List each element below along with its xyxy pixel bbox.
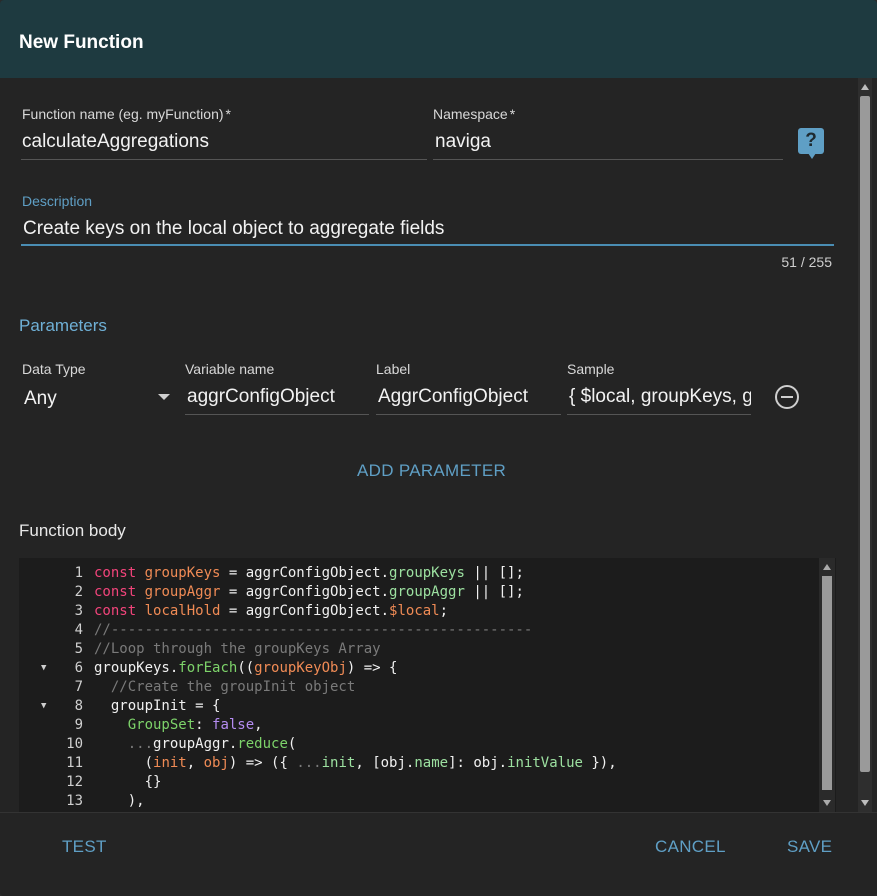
function-body-title: Function body xyxy=(19,521,126,540)
dialog-title: New Function xyxy=(19,32,144,53)
code-text: //Create the groupInit object xyxy=(110,679,356,695)
variable-name-header: Variable name xyxy=(185,361,275,377)
code-text: GroupSet: false, xyxy=(127,717,263,733)
code-line[interactable]: 4 //-------------------------------------… xyxy=(19,621,819,640)
line-number: 3 xyxy=(74,603,83,619)
code-line[interactable]: 2 const groupAggr = aggrConfigObject.grou… xyxy=(19,583,819,602)
scroll-up-icon[interactable] xyxy=(861,84,869,90)
variable-name-underline xyxy=(185,414,369,415)
line-number: 6 xyxy=(74,660,83,676)
namespace-underline xyxy=(433,159,783,160)
scroll-down-icon[interactable] xyxy=(823,800,831,806)
code-text: ), xyxy=(94,793,145,809)
line-number: 1 xyxy=(74,565,83,581)
code-line[interactable]: 1 const groupKeys = aggrConfigObject.grou… xyxy=(19,564,819,583)
required-mark: * xyxy=(509,106,516,122)
code-line[interactable]: 6 ▼ groupKeys.forEach((groupKeyObj) => { xyxy=(19,659,819,678)
sample-header: Sample xyxy=(567,361,615,377)
sample-underline xyxy=(567,414,751,415)
editor-scrollbar[interactable] xyxy=(819,558,835,812)
data-type-select[interactable]: Any xyxy=(24,388,144,410)
code-text: (init, obj) => ({ ...init, [obj.name]: o… xyxy=(94,755,617,771)
save-button[interactable]: SAVE xyxy=(787,837,832,857)
line-number: 11 xyxy=(66,755,83,771)
code-text: groupKeys.forEach((groupKeyObj) => { xyxy=(94,660,398,676)
test-button[interactable]: TEST xyxy=(62,837,107,857)
code-line[interactable]: 5 //Loop through the groupKeys Array xyxy=(19,640,819,659)
editor-scroll-thumb[interactable] xyxy=(822,576,832,790)
code-line[interactable]: 7 //Create the groupInit object xyxy=(19,678,819,697)
code-text: ...groupAggr.reduce( xyxy=(127,736,297,752)
dialog-scrollbar[interactable] xyxy=(858,78,872,812)
line-number: 10 xyxy=(66,736,83,752)
code-line[interactable]: 3 const localHold = aggrConfigObject.$loc… xyxy=(19,602,819,621)
code-line[interactable]: 12 {} xyxy=(19,773,819,792)
line-number: 7 xyxy=(74,679,83,695)
description-char-counter: 51 / 255 xyxy=(781,254,832,270)
code-line[interactable]: 11 (init, obj) => ({ ...init, [obj.name]… xyxy=(19,754,819,773)
code-text: groupInit = { xyxy=(94,698,221,714)
code-editor[interactable]: 1 const groupKeys = aggrConfigObject.grou… xyxy=(19,558,836,812)
line-number: 2 xyxy=(74,584,83,600)
function-name-label: Function name (eg. myFunction) * xyxy=(22,106,231,122)
line-number: 9 xyxy=(74,717,83,733)
function-name-input[interactable]: calculateAggregations xyxy=(22,131,422,153)
line-number: 13 xyxy=(66,793,83,809)
code-line[interactable]: 9 GroupSet: false, xyxy=(19,716,819,735)
fold-arrow-icon[interactable]: ▼ xyxy=(41,659,46,678)
label-header: Label xyxy=(376,361,411,377)
namespace-label: Namespace * xyxy=(433,106,515,122)
sample-input[interactable]: { $local, groupKeys, groupAggr } xyxy=(569,386,751,408)
namespace-input[interactable]: naviga xyxy=(435,131,775,153)
code-text: //--------------------------------------… xyxy=(94,622,533,638)
line-number: 12 xyxy=(66,774,83,790)
question-icon[interactable]: ? xyxy=(798,128,824,159)
code-text: const localHold = aggrConfigObject.$loca… xyxy=(94,603,449,619)
data-type-header: Data Type xyxy=(22,361,86,377)
scroll-up-icon[interactable] xyxy=(823,564,831,570)
namespace-label-text: Namespace xyxy=(433,106,508,122)
new-function-dialog: New Function Function name (eg. myFuncti… xyxy=(0,0,877,896)
function-name-label-text: Function name (eg. myFunction) xyxy=(22,106,224,122)
chevron-down-icon[interactable] xyxy=(158,394,170,400)
code-line[interactable]: 8 ▼ groupInit = { xyxy=(19,697,819,716)
line-number: 8 xyxy=(74,698,83,714)
label-input[interactable]: AggrConfigObject xyxy=(378,386,558,408)
function-name-underline xyxy=(21,159,427,160)
line-number: 5 xyxy=(74,641,83,657)
dialog-footer: TEST CANCEL SAVE xyxy=(0,812,877,896)
scroll-down-icon[interactable] xyxy=(861,800,869,806)
description-input[interactable]: Create keys on the local object to aggre… xyxy=(23,218,823,240)
line-number: 4 xyxy=(74,622,83,638)
code-text: //Loop through the groupKeys Array xyxy=(94,641,381,657)
description-label: Description xyxy=(22,193,93,209)
parameters-title: Parameters xyxy=(19,316,107,335)
variable-name-input[interactable]: aggrConfigObject xyxy=(187,386,367,408)
code-text: const groupKeys = aggrConfigObject.group… xyxy=(94,565,524,581)
dialog-content: Function name (eg. myFunction) * calculat… xyxy=(0,78,858,812)
label-underline xyxy=(376,414,561,415)
description-underline xyxy=(21,244,834,246)
required-mark: * xyxy=(225,106,231,122)
code-line[interactable]: 13 ), xyxy=(19,792,819,811)
code-text: const groupAggr = aggrConfigObject.group… xyxy=(94,584,524,600)
add-parameter-button[interactable]: ADD PARAMETER xyxy=(357,461,506,481)
dialog-header: New Function xyxy=(0,0,877,78)
code-line[interactable]: 10 ...groupAggr.reduce( xyxy=(19,735,819,754)
code-text: {} xyxy=(94,774,162,790)
code-lines: 1 const groupKeys = aggrConfigObject.grou… xyxy=(19,564,819,811)
remove-circle-icon[interactable] xyxy=(775,385,799,409)
dialog-scroll-thumb[interactable] xyxy=(860,96,870,772)
cancel-button[interactable]: CANCEL xyxy=(655,837,726,857)
fold-arrow-icon[interactable]: ▼ xyxy=(41,697,46,716)
